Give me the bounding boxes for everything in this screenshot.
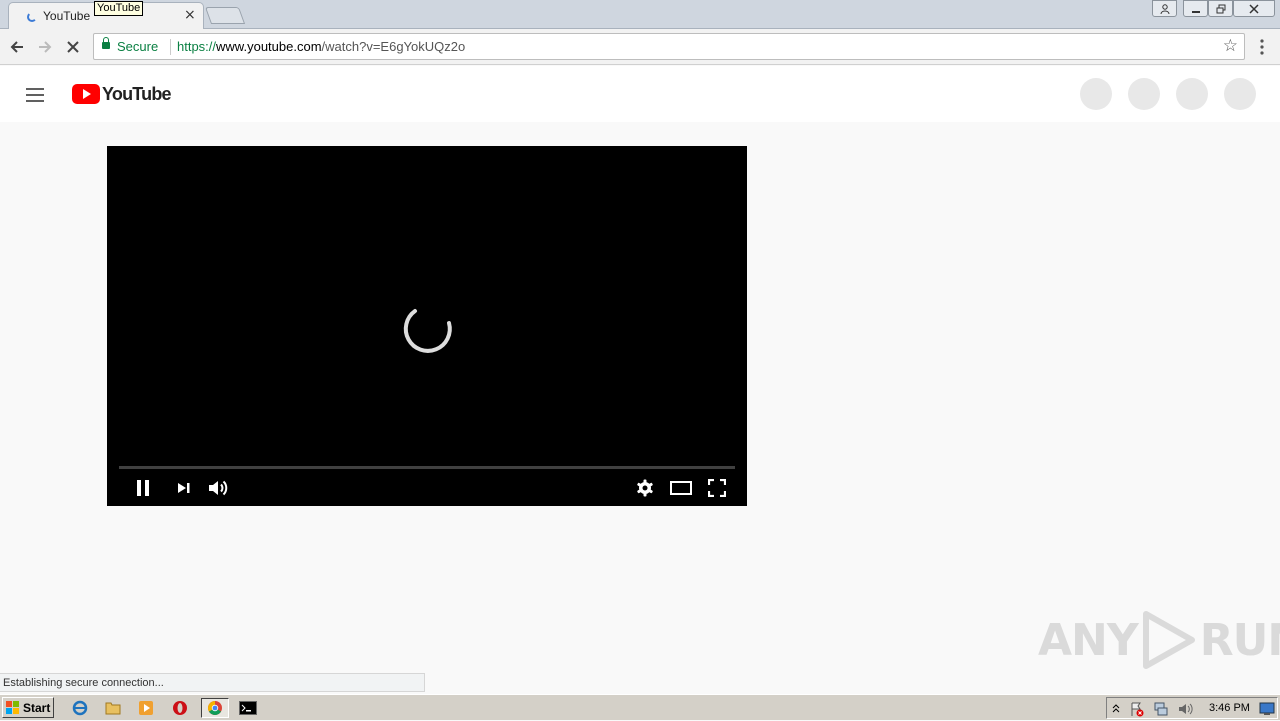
watermark-text-right: RUN	[1199, 614, 1280, 666]
youtube-logo-text: YouTube	[102, 83, 172, 104]
minimize-button[interactable]	[1183, 0, 1208, 17]
url-host: www.youtube.com	[216, 39, 322, 54]
browser-toolbar: Secure https://www.youtube.com/watch?v=E…	[0, 29, 1280, 65]
stop-loading-button[interactable]	[62, 36, 84, 58]
network-tray-icon[interactable]	[1153, 701, 1169, 721]
header-placeholder-button[interactable]	[1176, 78, 1208, 110]
tab-close-button[interactable]: ×	[184, 7, 196, 23]
network-icon	[1154, 702, 1168, 716]
hamburger-icon-bar	[26, 94, 44, 96]
volume-tray-icon[interactable]	[1177, 701, 1193, 721]
pause-icon	[137, 480, 149, 496]
chrome-taskbar-button[interactable]	[201, 698, 229, 718]
address-bar[interactable]: Secure https://www.youtube.com/watch?v=E…	[93, 33, 1245, 60]
cmd-taskbar-button[interactable]	[234, 698, 262, 718]
chevron-up-icon	[1112, 704, 1120, 713]
theater-mode-button[interactable]	[668, 476, 694, 500]
anyrun-watermark: ANY RUN	[1038, 608, 1280, 672]
url-path: /watch?v=E6gYokUQz2o	[321, 39, 466, 54]
minimize-icon	[1191, 10, 1200, 13]
pause-button[interactable]	[131, 476, 155, 500]
url-scheme: https://	[177, 39, 217, 54]
restore-button[interactable]	[1208, 0, 1233, 17]
desktop-icon	[1259, 702, 1275, 715]
vertical-dots-icon	[1260, 39, 1264, 55]
internet-explorer-icon	[72, 700, 88, 716]
volume-icon	[209, 480, 228, 496]
header-placeholder-button[interactable]	[1224, 78, 1256, 110]
start-button[interactable]: Start	[2, 697, 54, 718]
show-desktop-button[interactable]	[1259, 701, 1275, 720]
lock-icon	[102, 37, 110, 49]
restore-icon	[1216, 4, 1225, 13]
browser-status-bubble: Establishing secure connection...	[0, 673, 425, 692]
profile-button[interactable]	[1152, 0, 1177, 17]
youtube-header: YouTube	[0, 66, 1280, 122]
arrow-left-icon	[10, 41, 23, 53]
new-tab-button[interactable]	[204, 7, 246, 24]
system-tray: 3:46 PM	[1106, 697, 1278, 719]
secure-label: Secure	[117, 39, 159, 54]
progress-bar[interactable]	[119, 466, 735, 469]
omnibox-divider	[170, 39, 171, 55]
watermark-play-logo-icon	[1142, 611, 1195, 669]
settings-button[interactable]	[633, 476, 657, 500]
explorer-taskbar-button[interactable]	[102, 698, 124, 718]
folder-icon	[105, 702, 121, 715]
tab-tooltip: YouTube	[94, 1, 144, 16]
user-icon	[1160, 3, 1169, 14]
skip-next-icon	[178, 483, 190, 493]
loading-favicon-icon	[27, 12, 37, 22]
next-button[interactable]	[171, 476, 195, 500]
fullscreen-icon	[708, 479, 726, 497]
loading-spinner-icon	[403, 309, 452, 353]
chrome-icon	[208, 701, 222, 715]
command-prompt-icon	[239, 701, 257, 715]
hamburger-icon-bar	[26, 100, 44, 102]
close-icon	[1249, 3, 1259, 14]
guide-menu-button[interactable]	[26, 88, 46, 102]
close-window-button[interactable]	[1233, 0, 1275, 17]
volume-button[interactable]	[205, 476, 231, 500]
bookmark-star-icon[interactable]: ☆	[1223, 36, 1238, 56]
action-center-tray-icon[interactable]	[1129, 701, 1145, 721]
forward-button[interactable]	[34, 36, 56, 58]
header-placeholder-button[interactable]	[1128, 78, 1160, 110]
taskbar-clock[interactable]: 3:46 PM	[1209, 702, 1250, 714]
youtube-logo[interactable]: YouTube	[72, 83, 172, 104]
browser-tab-strip: YouTube × YouTube	[0, 0, 1280, 29]
theater-mode-icon	[670, 481, 692, 495]
media-player-taskbar-button[interactable]	[135, 698, 157, 718]
watermark-text-left: ANY	[1038, 614, 1139, 666]
hamburger-icon-bar	[26, 88, 44, 90]
windows-taskbar: Start 3:46 PM	[0, 694, 1280, 720]
video-player[interactable]	[107, 146, 747, 506]
windows-flag-icon	[6, 700, 20, 715]
header-placeholder-button[interactable]	[1080, 78, 1112, 110]
stop-x-icon	[67, 41, 79, 53]
youtube-play-logo-icon	[72, 84, 100, 104]
browser-menu-button[interactable]	[1255, 36, 1269, 61]
opera-taskbar-button[interactable]	[169, 698, 191, 718]
speaker-icon	[1179, 703, 1193, 715]
gear-icon	[637, 479, 653, 497]
start-label: Start	[23, 700, 51, 715]
opera-icon	[173, 701, 187, 715]
show-hidden-icons-button[interactable]	[1111, 701, 1121, 720]
arrow-right-icon	[39, 41, 52, 53]
internet-explorer-taskbar-button[interactable]	[69, 698, 91, 718]
flag-alert-icon	[1131, 702, 1144, 717]
fullscreen-button[interactable]	[705, 476, 729, 500]
back-button[interactable]	[6, 36, 28, 58]
url-text[interactable]: https://www.youtube.com/watch?v=E6gYokUQ…	[177, 39, 465, 54]
tab-title: YouTube	[43, 9, 91, 23]
media-player-icon	[139, 701, 153, 715]
